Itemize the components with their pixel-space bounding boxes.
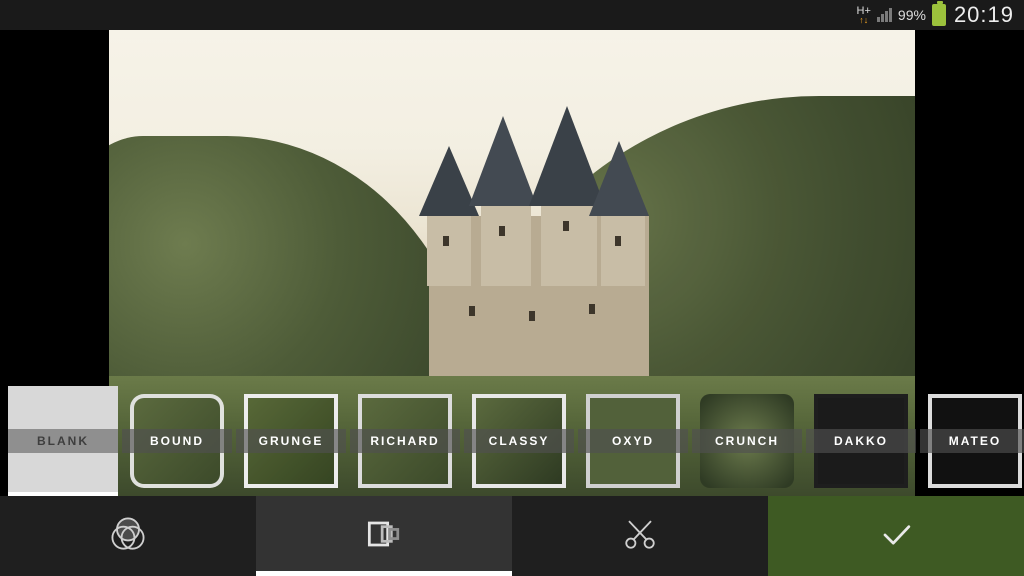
filter-label: OXYD	[612, 434, 654, 448]
filter-label: GRUNGE	[259, 434, 324, 448]
filter-label-band: GRUNGE	[236, 429, 346, 453]
filter-dakko[interactable]: DAKKO	[806, 386, 916, 496]
frame-filter-strip[interactable]: BLANK BOUND GRUNGE RICHARD CLASSY OXYD	[0, 386, 1024, 496]
tab-confirm[interactable]	[768, 496, 1024, 576]
filter-mateo[interactable]: MATEO	[920, 386, 1024, 496]
filter-label: BOUND	[150, 434, 204, 448]
filter-label: RICHARD	[370, 434, 439, 448]
tab-effects[interactable]	[0, 496, 256, 576]
filter-classy[interactable]: CLASSY	[464, 386, 574, 496]
filter-label-band: RICHARD	[350, 429, 460, 453]
filter-richard[interactable]: RICHARD	[350, 386, 460, 496]
filter-bound[interactable]: BOUND	[122, 386, 232, 496]
filter-blank[interactable]: BLANK	[8, 386, 118, 496]
filter-label-band: BLANK	[8, 429, 118, 453]
status-clock: 20:19	[954, 2, 1014, 28]
android-status-bar: H+ ↑↓ 99% 20:19	[0, 0, 1024, 30]
scissors-icon	[618, 512, 662, 561]
filter-label: MATEO	[949, 434, 1001, 448]
check-icon	[874, 512, 918, 561]
filter-grunge[interactable]: GRUNGE	[236, 386, 346, 496]
filter-crunch[interactable]: CRUNCH	[692, 386, 802, 496]
battery-icon	[932, 4, 946, 26]
filter-label-band: CLASSY	[464, 429, 574, 453]
filter-label-band: MATEO	[920, 429, 1024, 453]
filter-oxyd[interactable]: OXYD	[578, 386, 688, 496]
photo-castle	[409, 106, 669, 386]
data-arrows-icon: ↑↓	[859, 16, 868, 24]
tab-crop[interactable]	[512, 496, 768, 576]
filter-label-band: BOUND	[122, 429, 232, 453]
bottom-toolbar	[0, 496, 1024, 576]
filter-label: CRUNCH	[715, 434, 779, 448]
network-type-indicator: H+ ↑↓	[857, 6, 871, 24]
filter-label-band: DAKKO	[806, 429, 916, 453]
tab-frames[interactable]	[256, 496, 512, 576]
filter-label: DAKKO	[834, 434, 888, 448]
filter-label: CLASSY	[489, 434, 550, 448]
filter-label-band: CRUNCH	[692, 429, 802, 453]
signal-strength-icon	[877, 8, 892, 22]
battery-percentage: 99%	[898, 7, 926, 23]
frames-icon	[362, 512, 406, 561]
venn-icon	[106, 512, 150, 561]
filter-label-band: OXYD	[578, 429, 688, 453]
filter-label: BLANK	[37, 434, 89, 448]
